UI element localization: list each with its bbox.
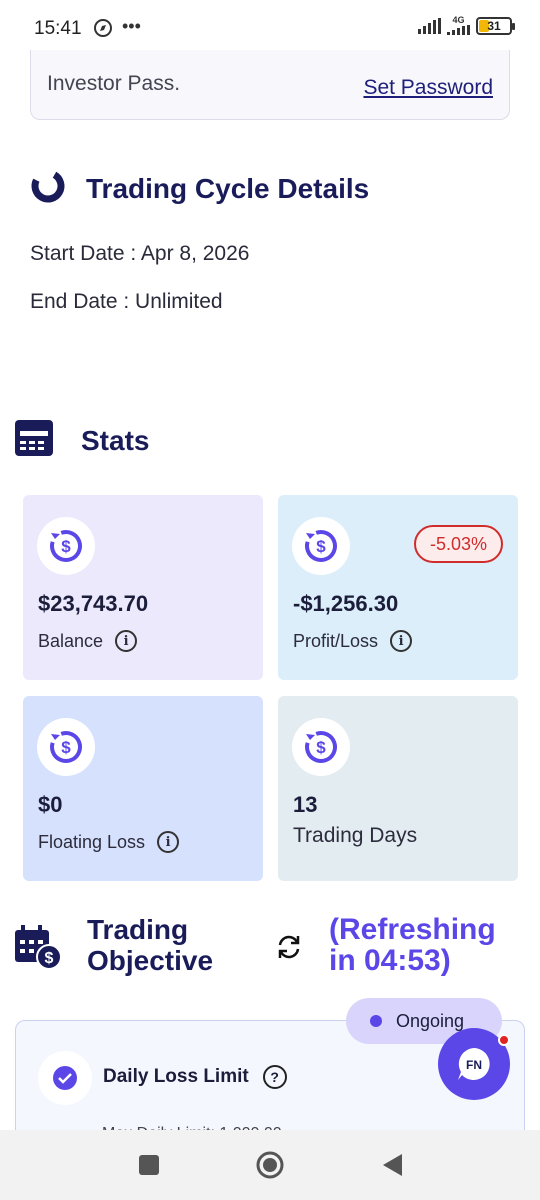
investor-pass-label: Investor Pass. xyxy=(47,72,181,95)
status-dot xyxy=(370,1015,382,1027)
chat-icon: FN xyxy=(458,1048,490,1080)
ongoing-label: Ongoing xyxy=(396,1010,465,1031)
info-icon[interactable]: i xyxy=(390,630,413,652)
cycle-chart-icon xyxy=(30,168,66,209)
network-label: 4G xyxy=(452,15,465,25)
dollar-refresh-icon: $ xyxy=(292,718,350,776)
trading-days-label-row: Trading Days xyxy=(293,824,417,848)
back-button[interactable] xyxy=(380,1152,404,1183)
stats-title: Stats xyxy=(81,424,150,456)
trading-days-card: $ 13 Trading Days xyxy=(278,696,518,881)
trading-objective-title: Trading Objective xyxy=(87,914,213,976)
more-dots-icon: ••• xyxy=(122,16,141,36)
home-button[interactable] xyxy=(255,1150,285,1185)
battery-icon: 31 xyxy=(476,16,515,35)
check-circle-icon xyxy=(38,1051,92,1105)
start-date: Start Date : Apr 8, 2026 xyxy=(30,242,250,265)
svg-text:$: $ xyxy=(316,738,326,757)
svg-text:$: $ xyxy=(61,738,71,757)
trading-days-value: 13 xyxy=(293,792,318,817)
balance-value: $23,743.70 xyxy=(38,591,149,616)
trading-days-label: Trading Days xyxy=(293,824,418,847)
signal-icon xyxy=(418,17,441,34)
help-icon[interactable]: ? xyxy=(262,1065,287,1089)
svg-text:$: $ xyxy=(316,537,326,556)
daily-loss-limit-row: Daily Loss Limit ? xyxy=(103,1065,287,1089)
refresh-line2: in 04:53) xyxy=(329,944,451,977)
status-bar: 15:41 ••• 4G 31 xyxy=(0,0,540,52)
balance-label: Balance xyxy=(38,630,104,651)
balance-label-row: Balance i xyxy=(38,630,138,652)
notification-dot xyxy=(498,1034,510,1046)
trading-objective-header: $ Trading Objective (Refreshing in 04:53… xyxy=(14,914,526,984)
dollar-refresh-icon: $ xyxy=(37,718,95,776)
stats-header: Stats xyxy=(15,420,149,461)
trading-cycle-header: Trading Cycle Details xyxy=(30,168,369,209)
calendar-dollar-icon: $ xyxy=(14,924,62,975)
svg-text:$: $ xyxy=(45,950,54,967)
chat-button[interactable]: FN xyxy=(438,1028,510,1100)
floating-loss-label-row: Floating Loss i xyxy=(38,831,180,853)
info-icon[interactable]: i xyxy=(157,831,180,853)
floating-loss-value: $0 xyxy=(38,792,63,817)
floating-loss-card: $ $0 Floating Loss i xyxy=(23,696,263,881)
objective-title-line1: Trading xyxy=(87,914,189,945)
refresh-line1: (Refreshing xyxy=(329,913,496,946)
svg-text:FN: FN xyxy=(466,1058,482,1072)
investor-password-card: Investor Pass. Set Password xyxy=(30,50,510,120)
objective-title-line2: Objective xyxy=(87,945,214,976)
signal-4g-icon: 4G xyxy=(447,16,470,35)
refresh-icon[interactable] xyxy=(274,932,304,967)
compass-icon xyxy=(93,18,113,43)
info-icon[interactable]: i xyxy=(115,630,138,652)
refresh-countdown: (Refreshing in 04:53) xyxy=(329,914,496,976)
profit-loss-percent-badge: -5.03% xyxy=(413,525,503,563)
profit-loss-label: Profit/Loss xyxy=(293,630,379,651)
balance-card: $ $23,743.70 Balance i xyxy=(23,495,263,680)
trading-cycle-title: Trading Cycle Details xyxy=(86,172,370,204)
dollar-refresh-icon: $ xyxy=(292,517,350,575)
status-time: 15:41 xyxy=(34,18,82,39)
end-date: End Date : Unlimited xyxy=(30,290,223,313)
system-nav-bar xyxy=(0,1130,540,1200)
battery-text: 31 xyxy=(487,18,501,33)
floating-loss-label: Floating Loss xyxy=(38,831,146,852)
set-password-link[interactable]: Set Password xyxy=(363,76,493,100)
dollar-refresh-icon: $ xyxy=(37,517,95,575)
svg-text:$: $ xyxy=(61,537,71,556)
profit-loss-value: -$1,256.30 xyxy=(293,591,399,616)
daily-loss-limit-label: Daily Loss Limit xyxy=(103,1066,249,1087)
recents-button[interactable] xyxy=(138,1154,160,1181)
stats-card-icon xyxy=(15,420,53,461)
profit-loss-label-row: Profit/Loss i xyxy=(293,630,413,652)
profit-loss-card: $ -5.03% -$1,256.30 Profit/Loss i xyxy=(278,495,518,680)
